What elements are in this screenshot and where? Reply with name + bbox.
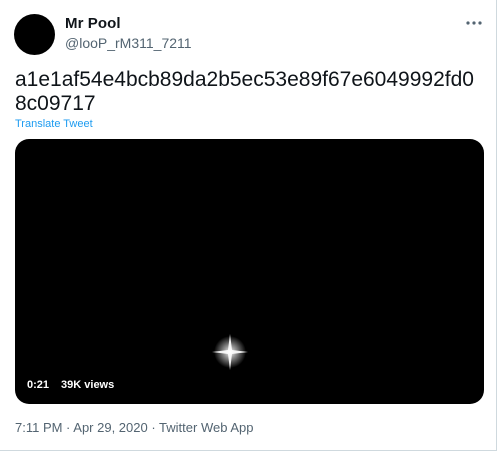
tweet-text: a1e1af54e4bcb89da2b5ec53e89f67e6049992fd… xyxy=(15,68,474,115)
avatar[interactable] xyxy=(14,14,55,55)
more-options-button[interactable] xyxy=(464,13,484,33)
video-player[interactable]: 0:21 39K views xyxy=(15,139,484,404)
user-handle[interactable]: @looP_rM311_7211 xyxy=(65,35,192,51)
video-overlay: 0:21 39K views xyxy=(27,379,114,391)
video-duration: 0:21 xyxy=(27,379,50,391)
more-horizontal-icon xyxy=(466,21,482,25)
tweet-timestamp[interactable]: 7:11 PM · Apr 29, 2020 · Twitter Web App xyxy=(15,420,253,435)
translate-tweet-link[interactable]: Translate Tweet xyxy=(15,118,93,130)
video-views: 39K views xyxy=(61,379,115,391)
tweet-card: Mr Pool @looP_rM311_7211 a1e1af54e4bcb89… xyxy=(0,0,497,451)
display-name[interactable]: Mr Pool xyxy=(65,15,121,32)
light-flare-graphic xyxy=(212,334,248,370)
